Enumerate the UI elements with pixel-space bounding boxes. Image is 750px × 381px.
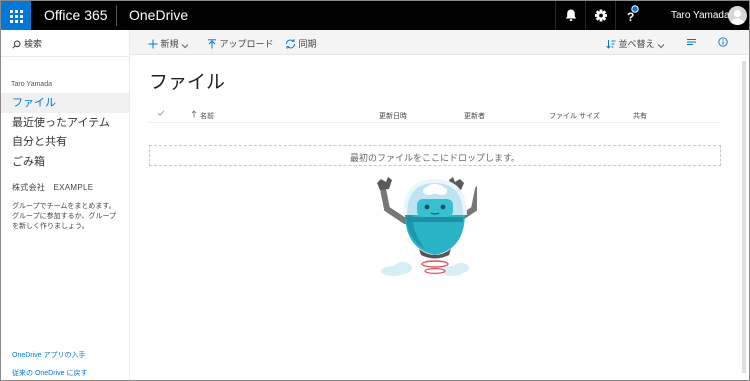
scrollbar-thumb[interactable] xyxy=(742,61,746,373)
nav-item-recent[interactable]: 最近使ったアイテム xyxy=(1,113,129,133)
column-header-sharing[interactable]: 共有 xyxy=(633,111,647,121)
classic-onedrive-link[interactable]: 従来の OneDrive に戻す xyxy=(12,368,87,378)
sync-label: 同期 xyxy=(298,39,317,49)
brand-divider xyxy=(116,5,117,26)
group-description: グループでチームをまとめます。グループに参加するか、グループを新しく作りましょう… xyxy=(12,203,117,230)
sync-icon xyxy=(286,39,295,49)
person-icon xyxy=(730,9,745,25)
new-button[interactable]: 新規 xyxy=(148,37,189,50)
plus-icon xyxy=(148,39,158,49)
sort-up-arrow-icon xyxy=(191,110,197,118)
search-icon xyxy=(12,40,21,49)
onedrive-window: Office 365 OneDrive ? Taro Yamada 検索 Tar… xyxy=(0,0,750,381)
app-name-link[interactable]: OneDrive xyxy=(129,7,188,23)
drop-zone[interactable]: 最初のファイルをここにドロップします。 xyxy=(149,145,721,166)
nav-item-files[interactable]: ファイル xyxy=(1,93,129,113)
column-header-modified-by[interactable]: 更新者 xyxy=(464,111,485,121)
search-label: 検索 xyxy=(24,39,43,49)
bell-icon xyxy=(565,9,577,21)
nav-user-heading: Taro Yamada xyxy=(11,81,52,88)
sort-button[interactable]: 並べ替え xyxy=(606,37,665,50)
sort-label: 並べ替え xyxy=(618,39,655,49)
sort-icon xyxy=(606,40,616,49)
chevron-down-icon xyxy=(657,44,665,49)
list-view-icon xyxy=(687,39,696,45)
chevron-down-icon xyxy=(181,44,189,49)
help-button[interactable]: ? xyxy=(615,1,645,30)
upload-button[interactable]: アップロード xyxy=(207,37,274,50)
suite-bar: Office 365 OneDrive ? Taro Yamada xyxy=(1,1,749,30)
column-header-name[interactable]: 名前 xyxy=(200,111,214,121)
avatar[interactable] xyxy=(728,6,747,25)
nav-item-shared[interactable]: 自分と共有 xyxy=(1,132,129,152)
page-title: ファイル xyxy=(149,72,226,93)
drop-zone-text: 最初のファイルをここにドロップします。 xyxy=(349,153,521,163)
upload-label: アップロード xyxy=(219,39,274,49)
app-launcher-icon[interactable] xyxy=(1,1,31,30)
details-pane-button[interactable] xyxy=(718,37,728,47)
get-app-link[interactable]: OneDrive アプリの入手 xyxy=(12,350,86,360)
column-header-file-size[interactable]: ファイル サイズ xyxy=(549,111,600,121)
left-navigation: 検索 Taro Yamada ファイル 最近使ったアイテム 自分と共有 ごみ箱 … xyxy=(1,30,130,380)
info-icon xyxy=(718,37,728,47)
office365-brand-link[interactable]: Office 365 xyxy=(44,7,108,23)
group-heading[interactable]: 株式会社 EXAMPLE xyxy=(12,182,93,193)
column-header-modified[interactable]: 更新日時 xyxy=(379,111,407,121)
gear-icon xyxy=(595,9,607,22)
sync-button[interactable]: 同期 xyxy=(285,37,317,50)
user-name[interactable]: Taro Yamada xyxy=(671,10,730,21)
nav-divider xyxy=(1,56,129,57)
view-options-button[interactable] xyxy=(686,37,697,47)
settings-button[interactable] xyxy=(585,1,615,30)
help-icon: ? xyxy=(627,5,639,24)
notifications-button[interactable] xyxy=(555,1,585,30)
new-label: 新規 xyxy=(160,39,179,49)
header-divider xyxy=(149,122,721,123)
nav-item-recycle-bin[interactable]: ごみ箱 xyxy=(1,152,129,172)
select-all-checkmark-icon[interactable] xyxy=(157,109,165,117)
upload-icon xyxy=(208,39,216,49)
search-box[interactable]: 検索 xyxy=(12,37,42,50)
robot-illustration xyxy=(377,177,477,276)
command-bar: 新規 アップロード 同期 並べ替え xyxy=(130,30,749,55)
